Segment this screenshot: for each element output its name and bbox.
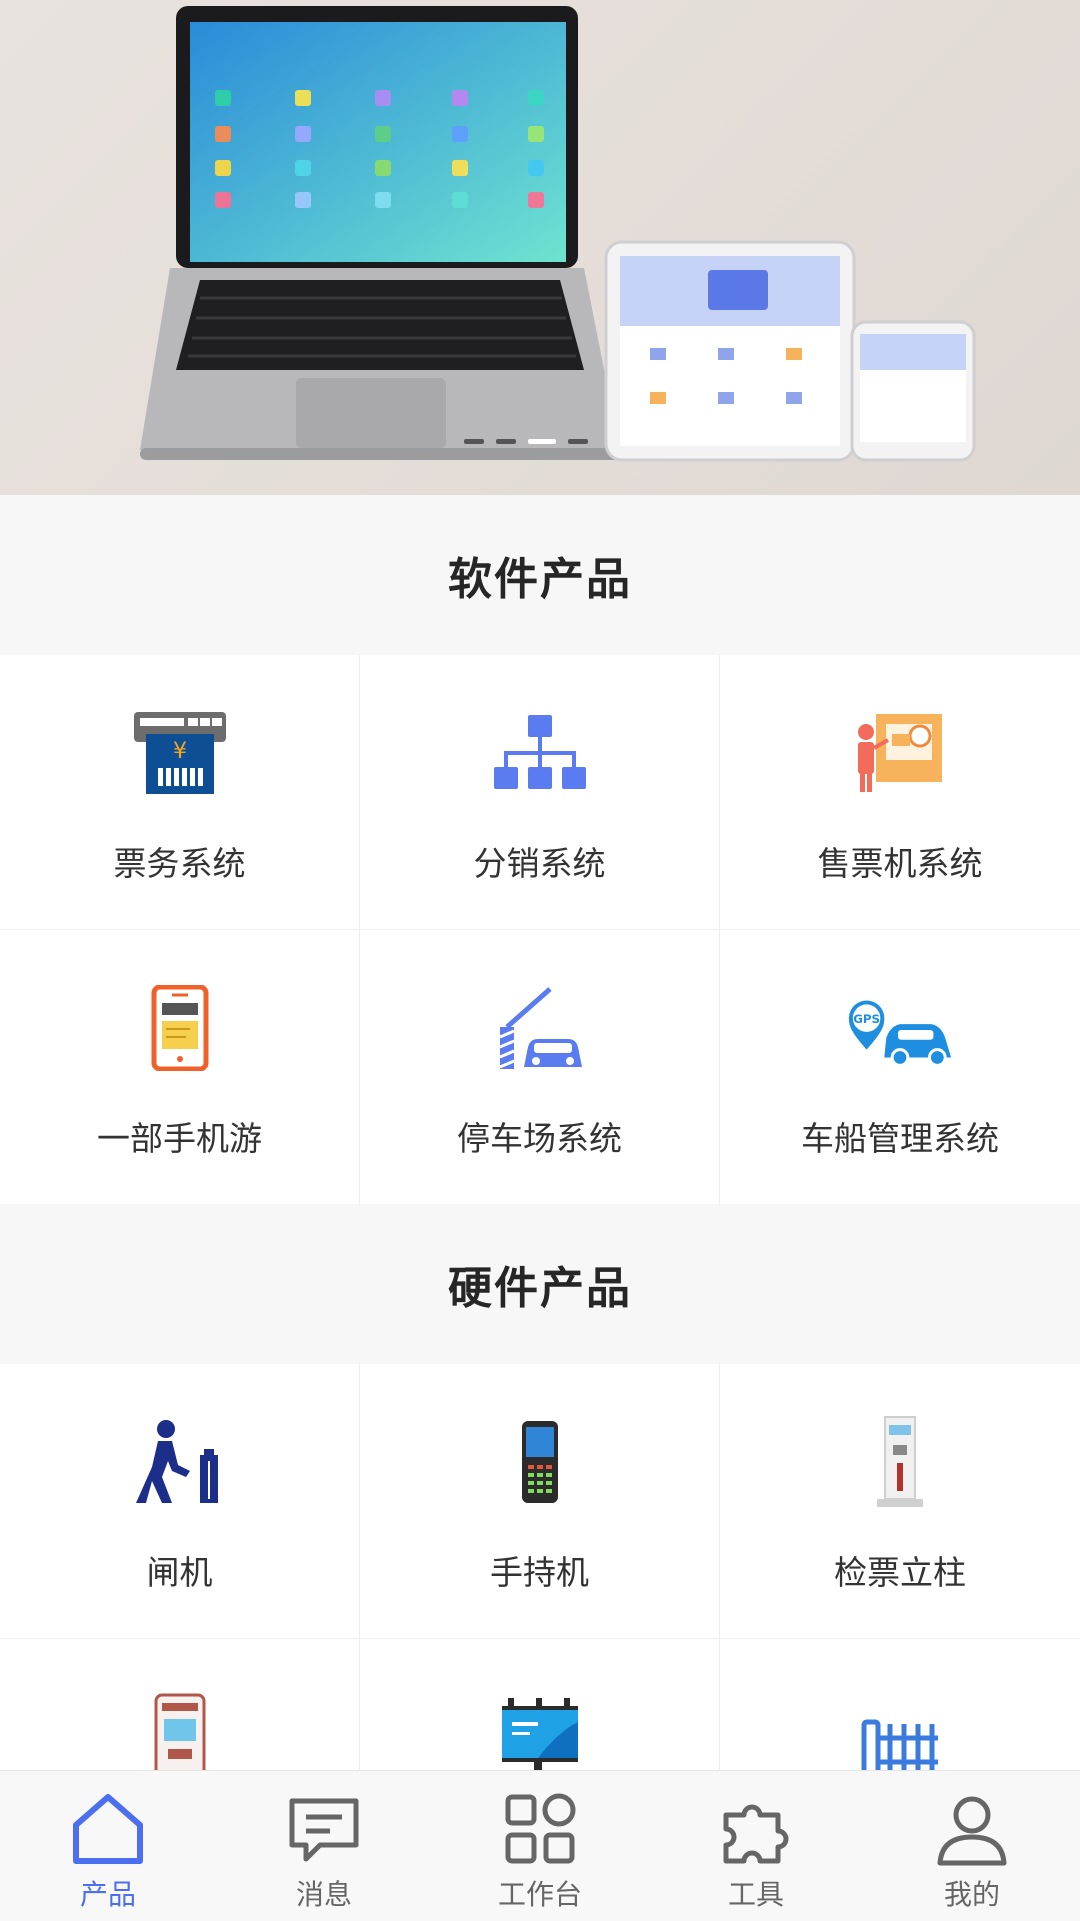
carousel-dot xyxy=(568,439,588,444)
devices-banner-image xyxy=(140,6,976,462)
svg-text:¥: ¥ xyxy=(173,739,187,764)
tab-mine[interactable]: 我的 xyxy=(864,1771,1080,1921)
product-label: 停车场系统 xyxy=(457,1119,622,1158)
puzzle-icon xyxy=(723,1804,789,1864)
product-ticketing[interactable]: ¥ 票务系统 xyxy=(0,655,360,929)
software-grid: ¥ 票务系统 分销系统 售票机系统 一部手机游 停车场系统 GPS 车船管理系统 xyxy=(0,655,1080,1205)
grid-icon xyxy=(505,1793,576,1864)
product-label: 检票立柱 xyxy=(834,1553,966,1592)
product-distribution[interactable]: 分销系统 xyxy=(360,655,720,929)
product-label: 一部手机游 xyxy=(97,1119,262,1158)
tab-products[interactable]: 产品 xyxy=(0,1771,216,1921)
banner-carousel[interactable] xyxy=(0,0,1080,495)
carousel-dot xyxy=(496,439,516,444)
software-section-title: 软件产品 xyxy=(0,495,1080,655)
product-label: 手持机 xyxy=(490,1553,589,1592)
product-parking[interactable]: 停车场系统 xyxy=(360,930,720,1204)
svg-text:GPS: GPS xyxy=(853,1012,880,1026)
tab-workbench[interactable]: 工作台 xyxy=(432,1771,648,1921)
product-handheld[interactable]: 手持机 xyxy=(360,1364,720,1638)
tab-tools[interactable]: 工具 xyxy=(648,1771,864,1921)
message-icon xyxy=(289,1798,359,1862)
turnstile-walker-icon xyxy=(125,1414,235,1510)
ticket-kiosk-icon xyxy=(845,705,955,801)
product-label: 售票机系统 xyxy=(817,844,983,883)
product-label: 票务系统 xyxy=(113,844,246,883)
product-turnstile[interactable]: 闸机 xyxy=(0,1364,360,1638)
mobile-phone-icon xyxy=(125,980,235,1076)
product-label: 闸机 xyxy=(146,1553,213,1592)
carousel-indicator xyxy=(464,439,588,444)
ticket-pillar-icon xyxy=(845,1414,955,1510)
tab-label: 工作台 xyxy=(497,1878,582,1911)
product-label: 分销系统 xyxy=(473,844,606,883)
handheld-terminal-icon xyxy=(485,1414,595,1510)
product-mobile-tour[interactable]: 一部手机游 xyxy=(0,930,360,1204)
ticket-machine-icon: ¥ xyxy=(125,705,235,801)
bottom-tab-bar: 产品 消息 工作台 工具 我的 xyxy=(0,1770,1080,1921)
gps-car-icon: GPS xyxy=(845,980,955,1076)
product-ticket-kiosk[interactable]: 售票机系统 xyxy=(720,655,1080,929)
product-vehicle-boat[interactable]: GPS 车船管理系统 xyxy=(720,930,1080,1204)
hardware-section-title: 硬件产品 xyxy=(0,1204,1080,1364)
carousel-dot xyxy=(464,439,484,444)
tab-label: 消息 xyxy=(295,1878,352,1911)
tab-label: 产品 xyxy=(79,1878,136,1911)
distribution-tree-icon xyxy=(485,705,595,801)
parking-barrier-icon xyxy=(485,980,595,1076)
tab-label: 工具 xyxy=(727,1878,784,1911)
carousel-dot-active xyxy=(528,439,556,444)
product-ticket-pillar[interactable]: 检票立柱 xyxy=(720,1364,1080,1638)
tab-label: 我的 xyxy=(943,1878,1000,1911)
user-icon xyxy=(937,1796,1007,1866)
product-label: 车船管理系统 xyxy=(801,1119,999,1158)
home-icon xyxy=(73,1794,143,1864)
tab-messages[interactable]: 消息 xyxy=(216,1771,432,1921)
